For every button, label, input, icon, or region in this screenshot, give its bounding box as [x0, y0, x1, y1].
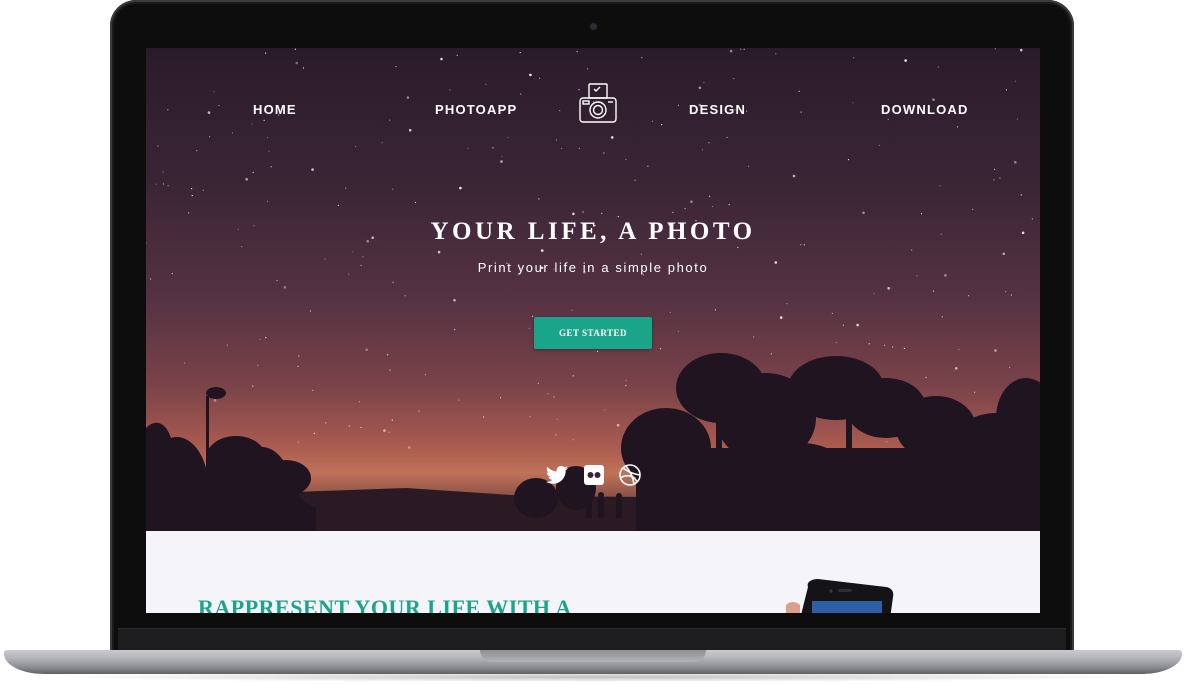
hero-section: HOME PHOTOAPP DESIGN DOWNLOAD YOUR LIFE,… — [146, 48, 1040, 531]
nav-home[interactable]: HOME — [253, 102, 297, 117]
twitter-icon[interactable] — [545, 463, 569, 487]
section-heading: RAPPRESENT YOUR LIFE WITH A — [198, 595, 572, 613]
intro-section: RAPPRESENT YOUR LIFE WITH A — [146, 531, 1040, 613]
flickr-icon[interactable] — [582, 463, 606, 487]
nav-photoapp[interactable]: PHOTOAPP — [435, 102, 517, 117]
hero-subtitle: Print your life in a simple photo — [477, 260, 709, 275]
laptop-notch — [480, 650, 706, 662]
camera-logo-icon[interactable] — [578, 82, 618, 126]
webcam — [590, 23, 597, 30]
dribbble-icon[interactable] — [618, 463, 642, 487]
phone-image — [786, 579, 894, 613]
get-started-button[interactable]: GET STARTED — [534, 317, 652, 349]
hero-title: YOUR LIFE, A PHOTO — [430, 218, 756, 245]
nav-download[interactable]: DOWNLOAD — [881, 102, 969, 117]
screen: HOME PHOTOAPP DESIGN DOWNLOAD YOUR LIFE,… — [146, 48, 1040, 613]
nav-design[interactable]: DESIGN — [689, 102, 746, 117]
